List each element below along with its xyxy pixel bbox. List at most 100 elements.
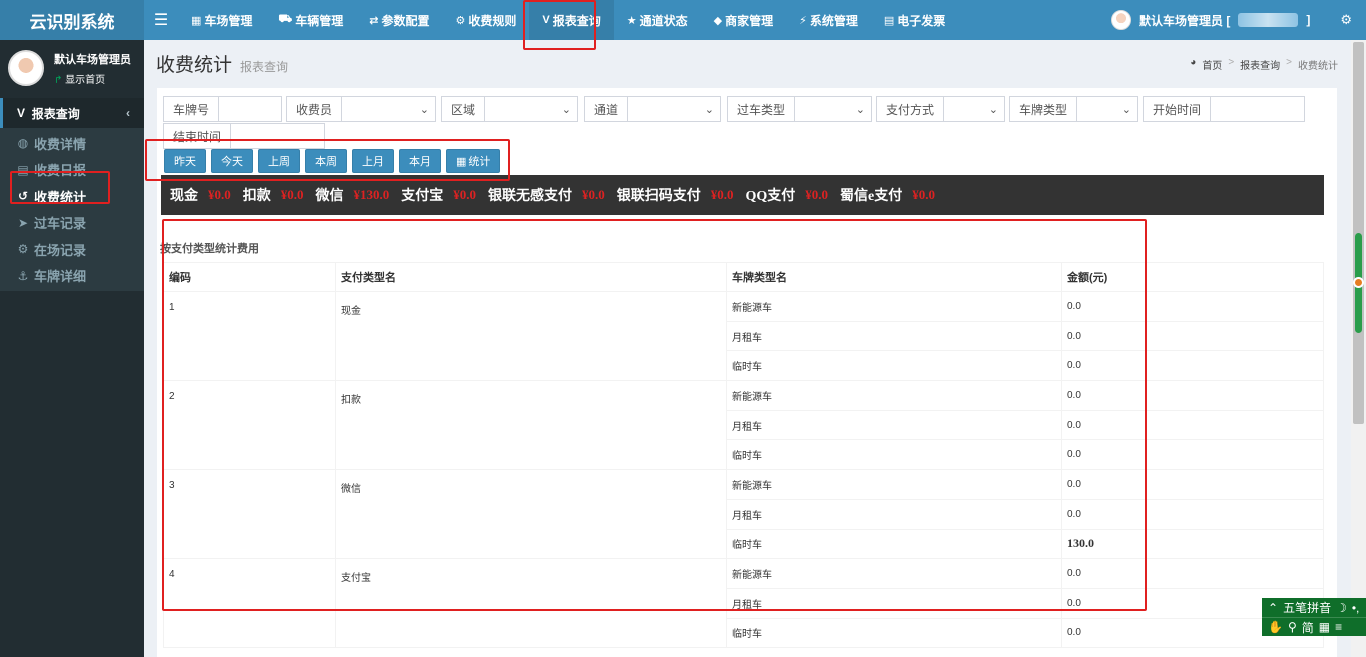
punctuation-icon[interactable]: •, [1352, 601, 1360, 615]
user-menu-bracket: ] [1306, 13, 1311, 27]
filter-input[interactable] [219, 97, 281, 121]
filter-6: 车牌类型 ⌄ [1009, 96, 1138, 122]
sidebar-item-0[interactable]: ◍ 收费详情 [0, 130, 144, 157]
filter-select[interactable] [944, 97, 989, 121]
ime-mode-label[interactable]: 五笔拼音 [1283, 599, 1331, 616]
summary-label: 支付宝 [401, 189, 444, 204]
filter-select[interactable] [628, 97, 705, 121]
chevron-down-icon[interactable]: ⌄ [856, 97, 871, 121]
settings-gear-icon[interactable]: ⚙ [1340, 12, 1352, 28]
page-scrollbar[interactable] [1351, 40, 1366, 657]
summary-label: 现金 [170, 189, 198, 204]
chevron-down-icon[interactable]: ⌄ [989, 97, 1004, 121]
nav-item-label: 收费规则 [468, 13, 517, 28]
sidebar-item-3[interactable]: ➤ 过车记录 [0, 210, 144, 237]
sidebar-item-4[interactable]: ⚙ 在场记录 [0, 236, 144, 263]
nav-item-7[interactable]: ⚡ 系统管理 [786, 0, 871, 40]
sidebar-item-label: 收费统计 [34, 189, 87, 205]
summary-label: 蜀信e支付 [840, 189, 903, 204]
filter-input[interactable] [1211, 97, 1304, 121]
quick-range-button-3[interactable]: 本周 [305, 149, 347, 173]
keyboard-icon[interactable]: ▦ [1319, 620, 1330, 634]
summary-value: ¥0.0 [208, 187, 231, 202]
sidebar-menu: ◍ 收费详情 ▤ 收费日报 ↺ 收费统计 ➤ 过车记录 ⚙ 在场记录 ⚓ 车牌详细 [0, 128, 144, 291]
filter-8: 结束时间 [163, 123, 325, 149]
quick-range-button-4[interactable]: 上月 [352, 149, 394, 173]
filter-select[interactable] [485, 97, 562, 121]
chevron-down-icon[interactable]: ⌄ [705, 97, 720, 121]
top-navbar: 云识别系统 ☰ ▦ 车场管理 ⛟ 车辆管理 ⇄ 参数配置 ⚙ 收费规则 V 报表查询 ★ 通道状态 ◆ 商… [0, 0, 1366, 40]
nav-item-label: 通道状态 [639, 13, 688, 28]
cell-plate-type: 月租车 [726, 409, 1062, 441]
side-slider-knob[interactable] [1353, 277, 1364, 288]
cell-plate-type: 临时车 [726, 617, 1062, 649]
nav-item-5[interactable]: ★ 通道状态 [614, 0, 701, 40]
menu-icon[interactable]: ≡ [1335, 620, 1342, 634]
breadcrumb-reports[interactable]: 报表查询 [1240, 57, 1280, 72]
nav-item-icon: ⚡ [799, 14, 807, 27]
cell-pay-type: 支付宝 [335, 558, 727, 649]
summary-item: QQ支付 ¥0.0 [746, 185, 829, 205]
filter-3: 通道 ⌄ [584, 96, 721, 122]
col-header-amount: 金额(元) [1061, 262, 1324, 292]
sidebar-section-reports[interactable]: V 报表查询 ‹ [0, 98, 144, 128]
chevron-down-icon[interactable]: ⌄ [1122, 97, 1137, 121]
filter-label: 结束时间 [164, 124, 232, 148]
nav-item-4[interactable]: V 报表查询 [529, 0, 614, 40]
stats-button[interactable]: ▦ 统计 [446, 149, 501, 173]
nav-item-8[interactable]: ▤ 电子发票 [871, 0, 958, 40]
nav-item-label: 系统管理 [809, 13, 858, 28]
nav-item-2[interactable]: ⇄ 参数配置 [356, 0, 442, 40]
sidebar-item-1[interactable]: ▤ 收费日报 [0, 157, 144, 184]
cell-plate-type: 新能源车 [726, 558, 1062, 589]
quick-range-button-5[interactable]: 本月 [399, 149, 441, 173]
sidebar-item-icon: ↺ [17, 189, 29, 204]
table-row: 3 微信 新能源车 0.0 [163, 469, 1324, 560]
page-subtitle: 报表查询 [240, 60, 289, 74]
summary-label: 银联无感支付 [488, 189, 572, 204]
nav-item-1[interactable]: ⛟ 车辆管理 [265, 0, 356, 40]
filter-input[interactable] [231, 124, 324, 148]
cell-plate-type: 月租车 [726, 498, 1062, 530]
filter-select[interactable] [795, 97, 856, 121]
payment-summary-bar: 现金 ¥0.0 扣款 ¥0.0 微信 ¥130.0 支付宝 ¥0.0 银联无感支付 ¥0.0 银联扫… [161, 175, 1324, 215]
quick-range-button-1[interactable]: 今天 [211, 149, 253, 173]
cell-code: 2 [163, 380, 336, 471]
ime-toolbar[interactable]: ⌃ 五笔拼音 ☽ •, ✋ ⚲ 简 ▦ ≡ [1262, 598, 1366, 636]
nav-item-3[interactable]: ⚙ 收费规则 [443, 0, 530, 40]
nav-item-6[interactable]: ◆ 商家管理 [701, 0, 786, 40]
quick-range-button-0[interactable]: 昨天 [164, 149, 206, 173]
sidebar-item-2[interactable]: ↺ 收费统计 [0, 183, 144, 210]
summary-value: ¥0.0 [582, 187, 605, 202]
chevron-left-icon: ‹ [126, 106, 130, 120]
search-icon[interactable]: ⚲ [1288, 620, 1297, 634]
breadcrumb-home[interactable]: 首页 [1202, 57, 1222, 72]
nav-item-0[interactable]: ▦ 车场管理 [178, 0, 265, 40]
show-home-link[interactable]: ↱ 显示首页 [54, 71, 131, 86]
filter-0: 车牌号 [163, 96, 282, 122]
sidebar-item-5[interactable]: ⚓ 车牌详细 [0, 263, 144, 290]
moon-icon[interactable]: ☽ [1336, 601, 1347, 615]
hand-icon[interactable]: ✋ [1268, 620, 1283, 634]
chevron-down-icon[interactable]: ⌄ [420, 97, 435, 121]
cell-pay-type: 微信 [335, 469, 727, 560]
quick-range-button-2[interactable]: 上周 [258, 149, 300, 173]
sidebar-item-label: 收费详情 [34, 136, 87, 152]
nav-item-label: 电子发票 [897, 13, 946, 28]
user-menu[interactable]: 默认车场管理员 [ ] ⚙ [1111, 10, 1366, 30]
summary-value: ¥0.0 [710, 187, 734, 202]
cell-pay-type: 现金 [335, 290, 727, 382]
nav-item-icon: ⚙ [455, 14, 466, 27]
payment-stats-table: 编码 支付类型名 车牌类型名 金额(元) 1 现金 新能源车 0.0 月租车 0.0 临时车… [163, 262, 1324, 649]
ime-charset-label[interactable]: 简 [1302, 619, 1314, 636]
summary-label: 银联扫码支付 [616, 189, 701, 204]
nav-item-icon: ⇄ [369, 14, 379, 27]
redacted-lot-name [1238, 13, 1299, 27]
brand-logo[interactable]: 云识别系统 [0, 0, 144, 40]
filter-select[interactable] [342, 97, 420, 121]
filter-select[interactable] [1077, 97, 1122, 121]
nav-item-label: 商家管理 [725, 13, 774, 28]
expand-icon[interactable]: ⌃ [1268, 601, 1278, 615]
chevron-down-icon[interactable]: ⌄ [562, 97, 577, 121]
menu-toggle-icon[interactable]: ☰ [144, 10, 178, 30]
